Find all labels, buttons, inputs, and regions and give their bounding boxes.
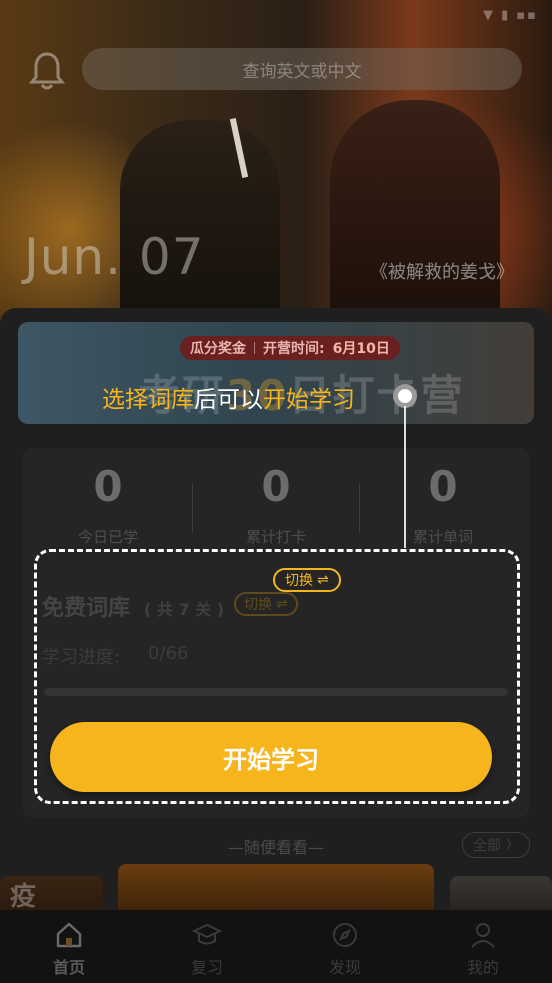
status-bar: ▼ ▮ ▪▪ bbox=[0, 0, 552, 36]
hero-movie-title[interactable]: 《被解救的姜戈》 bbox=[370, 258, 514, 284]
user-icon bbox=[471, 923, 495, 948]
home-icon bbox=[56, 922, 82, 948]
stat-words-value: 0 bbox=[428, 462, 458, 511]
nav-item-profile[interactable]: 我的 bbox=[414, 910, 552, 983]
tip-part-select: 选择词库 bbox=[102, 387, 194, 413]
tip-part-start: 开始学习 bbox=[263, 387, 355, 413]
stat-today: 0 今日已学 bbox=[24, 466, 192, 547]
status-icons: ▼ ▮ ▪▪ bbox=[482, 8, 538, 23]
nav-label: 首页 bbox=[52, 958, 85, 977]
start-learning-button[interactable]: 开始学习 bbox=[50, 722, 492, 792]
nav-label: 发现 bbox=[328, 958, 361, 977]
promo-tag-bonus: 瓜分奖金 bbox=[190, 341, 246, 357]
tip-pointer-line bbox=[404, 406, 406, 548]
bell-icon[interactable] bbox=[28, 50, 66, 92]
stat-checkin: 0 累计打卡 bbox=[192, 466, 360, 547]
switch-label: 切换 bbox=[285, 573, 313, 589]
onboarding-tip: 选择词库后可以开始学习 bbox=[102, 380, 355, 414]
search-input[interactable]: 查询英文或中文 bbox=[82, 48, 522, 90]
promo-tag: 瓜分奖金 开营时间: 6月10日 bbox=[180, 336, 400, 360]
thumbnail-mark: 疫 bbox=[10, 882, 37, 912]
view-all-button[interactable]: 全部 〉 bbox=[462, 832, 531, 858]
promo-tag-divider bbox=[254, 342, 255, 354]
nav-label: 复习 bbox=[190, 958, 223, 977]
hero-figure-right bbox=[330, 100, 500, 330]
nav-label: 我的 bbox=[466, 958, 499, 977]
compass-icon bbox=[333, 923, 357, 947]
tip-part-then: 后可以 bbox=[194, 387, 263, 413]
nav-item-home[interactable]: 首页 bbox=[0, 910, 138, 983]
hero-figure-left bbox=[120, 120, 280, 330]
switch-library-button[interactable]: 切换 ⇌ bbox=[273, 568, 341, 592]
graduation-cap-icon bbox=[192, 923, 222, 945]
bottom-nav: 首页 复习 发现 我的 bbox=[0, 910, 552, 983]
stat-checkin-value: 0 bbox=[261, 462, 291, 511]
promo-tag-date: 6月10日 bbox=[332, 341, 390, 357]
content-thumbnail[interactable] bbox=[450, 876, 552, 912]
hero-date: Jun. 07 bbox=[24, 228, 205, 286]
stat-today-label: 今日已学 bbox=[77, 528, 138, 546]
content-thumbnail[interactable]: 疫 bbox=[0, 876, 103, 912]
content-thumbnail[interactable] bbox=[118, 864, 434, 912]
search-placeholder: 查询英文或中文 bbox=[242, 61, 362, 82]
tip-pointer-dot bbox=[393, 384, 417, 408]
nav-item-discover[interactable]: 发现 bbox=[276, 910, 414, 983]
stat-today-value: 0 bbox=[93, 462, 123, 511]
swap-icon: ⇌ bbox=[317, 572, 329, 588]
promo-tag-time-label: 开营时间: bbox=[263, 341, 325, 357]
stat-words-label: 累计单词 bbox=[412, 528, 473, 546]
nav-item-review[interactable]: 复习 bbox=[138, 910, 276, 983]
stat-words: 0 累计单词 bbox=[359, 466, 527, 547]
stat-checkin-label: 累计打卡 bbox=[245, 528, 306, 546]
